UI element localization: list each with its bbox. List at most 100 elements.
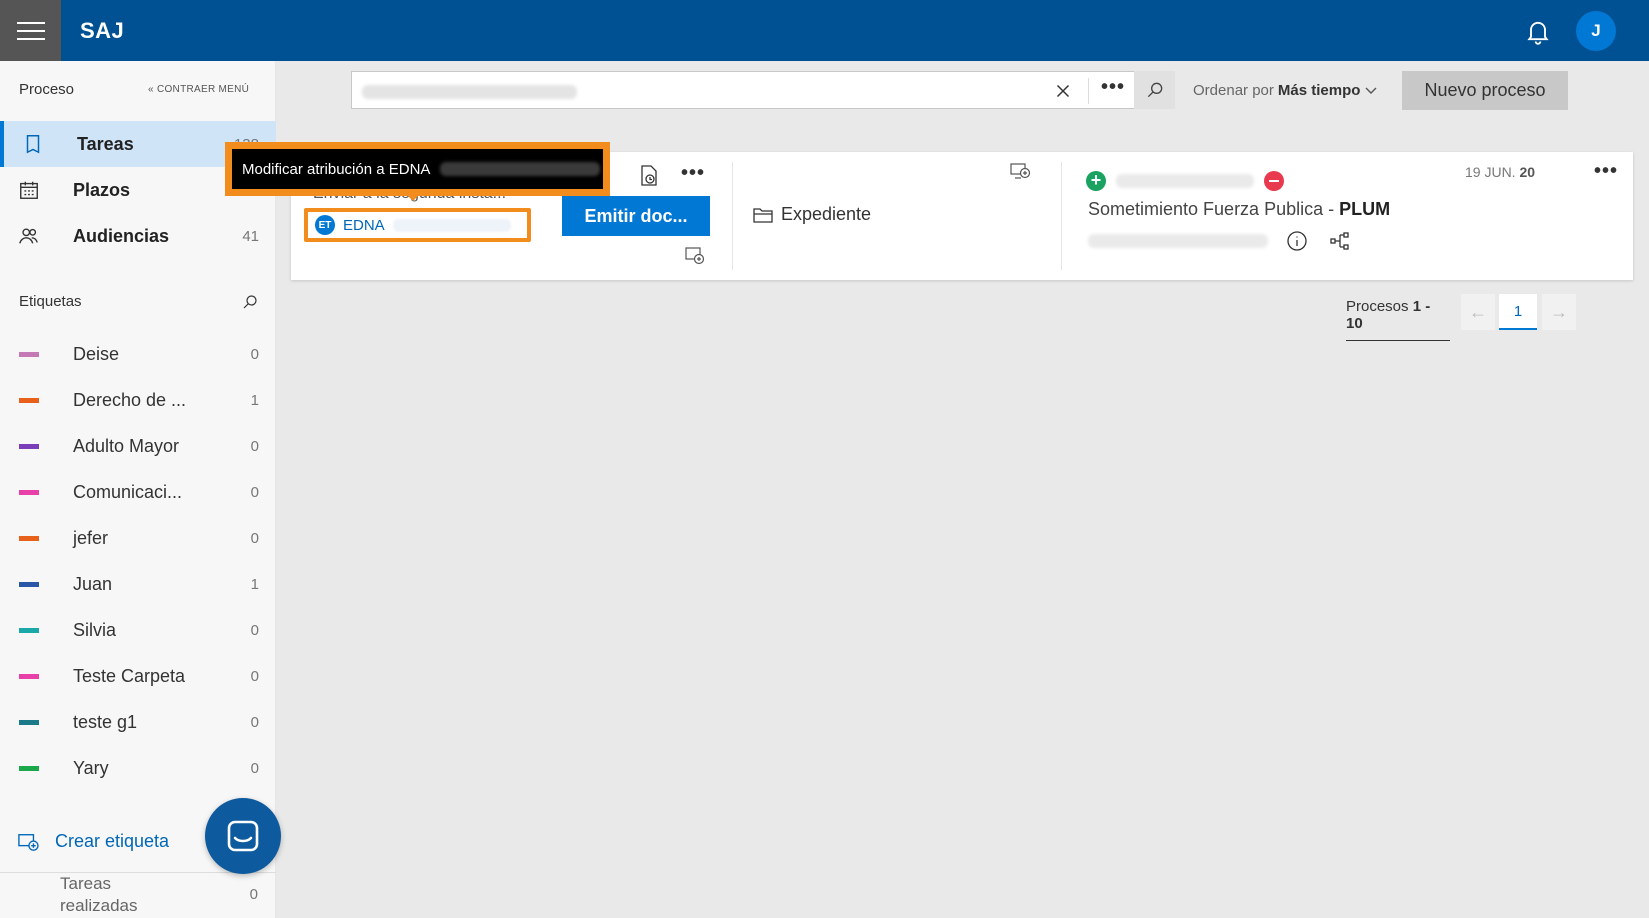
tag-count: 0 [250,484,259,501]
sidebar-item-label: Audiencias [73,225,170,246]
assignee-redacted [392,218,511,232]
create-tag-button[interactable]: Crear etiqueta [17,831,169,852]
tag-label: Deise [73,344,120,364]
close-icon[interactable] [1052,80,1074,102]
tag-count: 0 [250,760,259,777]
tag-color-swatch [19,444,39,449]
assignee-avatar: ET [315,215,335,235]
add-tag-icon [18,833,39,851]
create-tag-label: Crear etiqueta [55,831,170,851]
add-party-icon[interactable]: + [1086,171,1106,191]
chat-widget-button[interactable] [205,798,281,874]
process-title[interactable]: Sometimiento Fuerza Publica - PLUM [1088,199,1390,220]
hamburger-menu-icon[interactable] [0,0,61,61]
tag-color-swatch [19,398,39,403]
tag-label: Comunicaci... [73,482,183,502]
collapse-menu-label: CONTRAER MENÚ [156,84,250,95]
monitor-add-icon[interactable] [1009,162,1031,182]
tag-item[interactable]: Teste Carpeta 0 [0,657,276,697]
document-clock-icon[interactable] [639,165,659,187]
top-bar: SAJ J [0,0,1649,61]
tag-color-swatch [19,674,39,679]
folder-icon [753,207,773,223]
pagination-prefix: Procesos [1346,298,1409,315]
assignee-chip[interactable]: ET EDNA [304,208,531,242]
tag-label: Yary [73,758,109,778]
process-number-redacted [1088,234,1268,248]
tag-count: 1 [250,392,259,409]
tag-item[interactable]: Derecho de ... 1 [0,381,276,421]
card-divider [1061,162,1062,270]
search-button[interactable] [1134,71,1175,109]
tag-count: 1 [250,576,259,593]
done-tasks-count: 0 [249,886,258,903]
pagination-label: Procesos 1 - 10 [1346,298,1450,341]
process-code: PLUM [1339,199,1391,219]
more-options-icon[interactable]: ••• [681,162,705,185]
expediente-link[interactable]: Expediente [753,204,871,225]
tag-item[interactable]: Juan 1 [0,565,276,605]
remove-party-icon[interactable] [1264,171,1284,191]
info-icon[interactable] [1286,230,1308,252]
sidebar-item-label: Plazos [73,179,131,200]
people-icon [19,228,38,244]
tag-item[interactable]: Adulto Mayor 0 [0,427,276,467]
chevron-down-icon [1365,87,1377,94]
sidebar-section-title: Proceso [19,81,75,98]
party-redacted [1116,174,1254,188]
tag-count: 0 [250,714,259,731]
tag-count: 0 [250,668,259,685]
tag-color-swatch [19,582,39,587]
book-icon [26,135,40,154]
collapse-menu-button[interactable]: « CONTRAER MENÚ [148,84,249,95]
chat-icon [227,820,259,852]
done-tasks-label[interactable]: Tareas realizadas [60,873,150,917]
tag-count: 0 [250,622,259,639]
tag-item[interactable]: Yary 0 [0,749,276,789]
assign-tooltip: Modificar atribución a EDNA [225,142,610,201]
more-options-icon[interactable]: ••• [1098,77,1128,103]
tag-color-swatch [19,766,39,771]
calendar-icon [20,181,38,199]
tag-item[interactable]: jefer 0 [0,519,276,559]
page-number-button[interactable]: 1 [1499,294,1537,330]
tag-label: Teste Carpeta [73,666,186,686]
app-brand: SAJ [80,18,125,43]
hierarchy-icon[interactable] [1329,230,1351,252]
next-page-button[interactable]: → [1542,294,1576,330]
sort-prefix: Ordenar por [1193,82,1274,99]
process-date: 19 JUN. 20 [1465,164,1535,180]
tag-item[interactable]: Deise 0 [0,335,276,375]
search-icon[interactable] [241,293,259,311]
more-options-icon[interactable]: ••• [1594,160,1618,183]
previous-page-button[interactable]: ← [1461,294,1495,330]
emit-document-button[interactable]: Emitir doc... [562,196,710,236]
add-note-icon[interactable] [684,246,706,266]
card-divider [732,162,733,270]
user-avatar[interactable]: J [1576,11,1616,51]
tag-item[interactable]: Silvia 0 [0,611,276,651]
tag-label: Silvia [73,620,117,640]
process-title-text: Sometimiento Fuerza Publica - [1088,199,1340,219]
tooltip-arrow [403,191,423,201]
tooltip-redacted [440,162,601,176]
tag-item[interactable]: Comunicaci... 0 [0,473,276,513]
tag-count: 0 [250,530,259,547]
tag-color-swatch [19,352,39,357]
search-box: ••• [351,71,1175,109]
tag-count: 0 [250,346,259,363]
tag-item[interactable]: teste g1 0 [0,703,276,743]
sidebar-item-audiencias[interactable]: Audiencias 41 [0,213,276,259]
search-input[interactable] [360,76,1010,104]
tag-color-swatch [19,628,39,633]
sort-value: Más tiempo [1277,82,1361,99]
date-year: 20 [1519,164,1536,180]
sort-dropdown[interactable]: Ordenar por Más tiempo [1193,82,1378,99]
tag-label: Adulto Mayor [73,436,180,456]
tag-label: Derecho de ... [73,390,187,410]
bell-icon[interactable] [1524,17,1552,45]
tag-count: 0 [250,438,259,455]
tag-color-swatch [19,536,39,541]
new-process-button[interactable]: Nuevo proceso [1402,71,1568,110]
tag-color-swatch [19,720,39,725]
